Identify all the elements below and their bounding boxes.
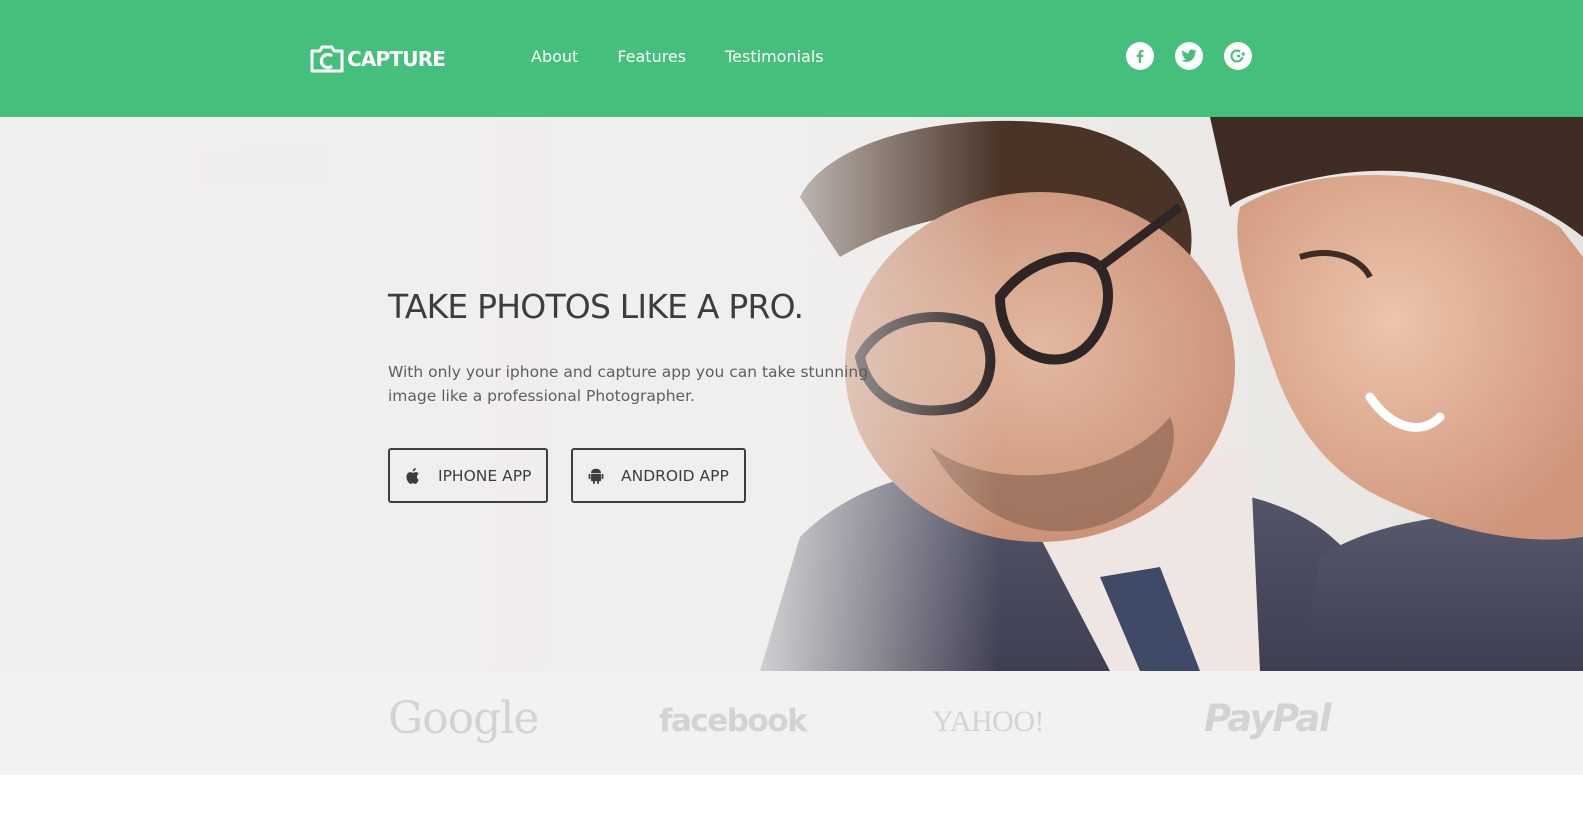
android-app-button[interactable]: ANDROID APP [571, 448, 746, 503]
facebook-icon[interactable] [1126, 42, 1154, 70]
nav-testimonials[interactable]: Testimonials [725, 45, 824, 69]
brand-logo[interactable]: CAPTURE [309, 44, 446, 74]
android-app-label: ANDROID APP [621, 466, 729, 485]
paypal-logo: PayPal [1204, 697, 1332, 740]
nav-features[interactable]: Features [617, 45, 686, 69]
social-links [1126, 42, 1273, 70]
partner-logos: Google facebook YAHOO! PayPal [0, 671, 1583, 775]
site-header: CAPTURE About Features Testimonials [0, 0, 1583, 117]
apple-icon [404, 466, 422, 486]
hero-description: With only your iphone and capture app yo… [388, 363, 869, 405]
google-logo: Google [388, 693, 539, 744]
hero-section: TAKE PHOTOS LIKE A PRO. With only your i… [0, 117, 1583, 671]
iphone-app-label: IPHONE APP [438, 466, 532, 485]
facebook-logo: facebook [659, 703, 808, 739]
brand-name: CAPTURE [347, 47, 446, 71]
android-icon [587, 466, 605, 486]
yahoo-logo: YAHOO! [932, 705, 1045, 738]
camera-logo-icon [309, 45, 345, 73]
main-nav: About Features Testimonials [531, 45, 863, 69]
twitter-icon[interactable] [1175, 42, 1203, 70]
iphone-app-button[interactable]: IPHONE APP [388, 448, 548, 503]
google-plus-icon[interactable] [1224, 42, 1252, 70]
hero-title: TAKE PHOTOS LIKE A PRO. [388, 287, 804, 326]
nav-about[interactable]: About [531, 45, 578, 69]
